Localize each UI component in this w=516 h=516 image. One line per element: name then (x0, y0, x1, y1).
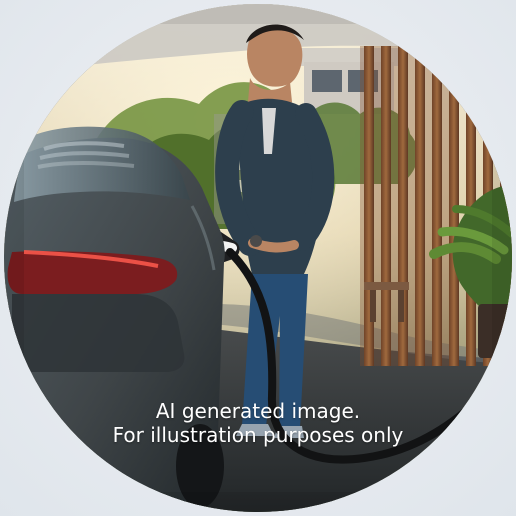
circular-photo: AI generated image. For illustration pur… (4, 4, 512, 512)
image-canvas: AI generated image. For illustration pur… (0, 0, 516, 516)
ev-charging-illustration (4, 4, 512, 512)
